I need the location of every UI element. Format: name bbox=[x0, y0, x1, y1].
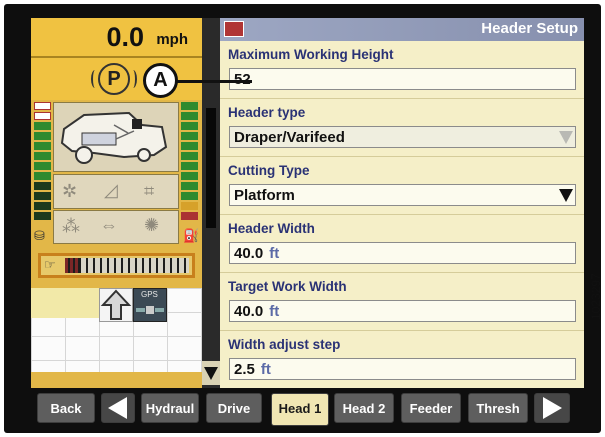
field-label: Header Width bbox=[228, 221, 315, 236]
gps-cell: GPS bbox=[133, 288, 167, 322]
satellite-icon bbox=[136, 306, 164, 314]
next-tab-button[interactable] bbox=[534, 393, 570, 423]
settings-scrollbar[interactable] bbox=[202, 18, 220, 389]
field-label: Width adjust step bbox=[228, 337, 341, 352]
speed-value: 0.0 bbox=[106, 22, 144, 52]
field-value: 2.5 ft bbox=[234, 361, 271, 378]
softkey-bar: Back Hydraul Drive Head 1 Head 2 Feeder … bbox=[31, 388, 584, 430]
fill-level-scale bbox=[79, 258, 189, 273]
speed-unit: mph bbox=[156, 31, 188, 48]
field-max-working-height: Maximum Working Height 52 bbox=[220, 41, 584, 99]
header-setup-icon bbox=[224, 21, 244, 37]
coolant-icon: ⛁ bbox=[34, 228, 45, 243]
tab-feeder[interactable]: Feeder bbox=[401, 393, 461, 423]
combine-harvester-icon bbox=[53, 102, 179, 172]
field-label: Cutting Type bbox=[228, 163, 310, 178]
status-grid-highlight bbox=[31, 288, 99, 318]
field-width-adjust-step: Width adjust step 2.5 ft bbox=[220, 331, 584, 389]
scroll-down-button[interactable] bbox=[202, 361, 220, 385]
field-value: Platform bbox=[234, 187, 295, 204]
park-brake-icon: P bbox=[91, 63, 137, 95]
field-label: Header type bbox=[228, 105, 306, 120]
fuel-pump-icon: ⛽ bbox=[183, 228, 200, 243]
target-work-width-input[interactable]: 40.0 ft bbox=[229, 300, 576, 322]
up-arrow-icon bbox=[100, 289, 132, 320]
left-level-gauge bbox=[34, 102, 51, 227]
display-screen: 0.0 mph P ✲ ◿ ⌗ ⁂ ⇔ ✺ ⛁ ⛽ ☞ GPS Header S… bbox=[31, 18, 584, 389]
tilt-icon: ◿ bbox=[104, 180, 118, 200]
field-label: Target Work Width bbox=[228, 279, 347, 294]
fill-level-low bbox=[65, 258, 79, 273]
field-header-type: Header type Draper/Varifeed bbox=[220, 99, 584, 157]
triangle-left-icon bbox=[108, 397, 127, 419]
previous-tab-button[interactable] bbox=[101, 393, 135, 423]
reel-icon: ✲ bbox=[62, 181, 78, 201]
field-header-width: Header Width 40.0 ft bbox=[220, 215, 584, 273]
direction-arrow-cell bbox=[99, 288, 133, 322]
page: 0.0 mph P ✲ ◿ ⌗ ⁂ ⇔ ✺ ⛁ ⛽ ☞ GPS Header S… bbox=[0, 0, 605, 437]
function-icons-row-2: ⁂ ⇔ ✺ bbox=[53, 210, 179, 244]
triangle-right-icon bbox=[543, 397, 562, 419]
title-bar: Header Setup bbox=[220, 18, 584, 41]
value-number: 40.0 bbox=[234, 303, 264, 320]
field-target-work-width: Target Work Width 40.0 ft bbox=[220, 273, 584, 331]
max-working-height-input[interactable]: 52 bbox=[229, 68, 576, 90]
work-light-icon: ✺ bbox=[144, 215, 160, 235]
document-number: 1023297 bbox=[589, 273, 603, 320]
value-unit: ft bbox=[260, 361, 271, 378]
callout-leader-line bbox=[177, 80, 252, 83]
unload-icon: ⌗ bbox=[144, 181, 155, 201]
value-unit: ft bbox=[269, 303, 280, 320]
header-width-input[interactable]: 40.0 ft bbox=[229, 242, 576, 264]
callout-label: A bbox=[143, 63, 178, 98]
field-cutting-type: Cutting Type Platform bbox=[220, 157, 584, 215]
function-icons-row-1: ✲ ◿ ⌗ bbox=[53, 174, 179, 209]
tab-drive[interactable]: Drive bbox=[206, 393, 262, 423]
field-value: 40.0 ft bbox=[234, 245, 279, 262]
tab-head-2[interactable]: Head 2 bbox=[334, 393, 394, 423]
hand-icon: ☞ bbox=[44, 257, 56, 272]
value-unit: ft bbox=[269, 245, 280, 262]
tab-thresh[interactable]: Thresh bbox=[468, 393, 528, 423]
width-arrows-icon: ⇔ bbox=[100, 215, 118, 235]
page-title: Header Setup bbox=[481, 20, 578, 37]
dropdown-arrow-icon bbox=[557, 185, 575, 205]
fill-level-bar: ☞ bbox=[38, 253, 195, 278]
value-number: 2.5 bbox=[234, 361, 255, 378]
value-number: 40.0 bbox=[234, 245, 264, 262]
tab-head-1[interactable]: Head 1 bbox=[271, 393, 329, 426]
field-value: 40.0 ft bbox=[234, 303, 279, 320]
back-button[interactable]: Back bbox=[37, 393, 95, 423]
scrollbar-thumb[interactable] bbox=[206, 108, 216, 228]
triangle-down-icon bbox=[204, 367, 218, 380]
field-label: Maximum Working Height bbox=[228, 47, 394, 62]
tab-hydraul[interactable]: Hydraul bbox=[141, 393, 199, 423]
speed-readout: 0.0 mph bbox=[31, 18, 202, 58]
cutting-type-select[interactable]: Platform bbox=[229, 184, 576, 206]
right-level-gauge bbox=[181, 102, 198, 227]
spreader-icon: ⁂ bbox=[62, 216, 80, 236]
dropdown-arrow-disabled-icon bbox=[557, 127, 575, 147]
header-setup-panel: Header Setup Maximum Working Height 52 H… bbox=[220, 18, 584, 389]
header-type-select[interactable]: Draper/Varifeed bbox=[229, 126, 576, 148]
width-adjust-step-input[interactable]: 2.5 ft bbox=[229, 358, 576, 380]
field-value: Draper/Varifeed bbox=[234, 129, 345, 146]
